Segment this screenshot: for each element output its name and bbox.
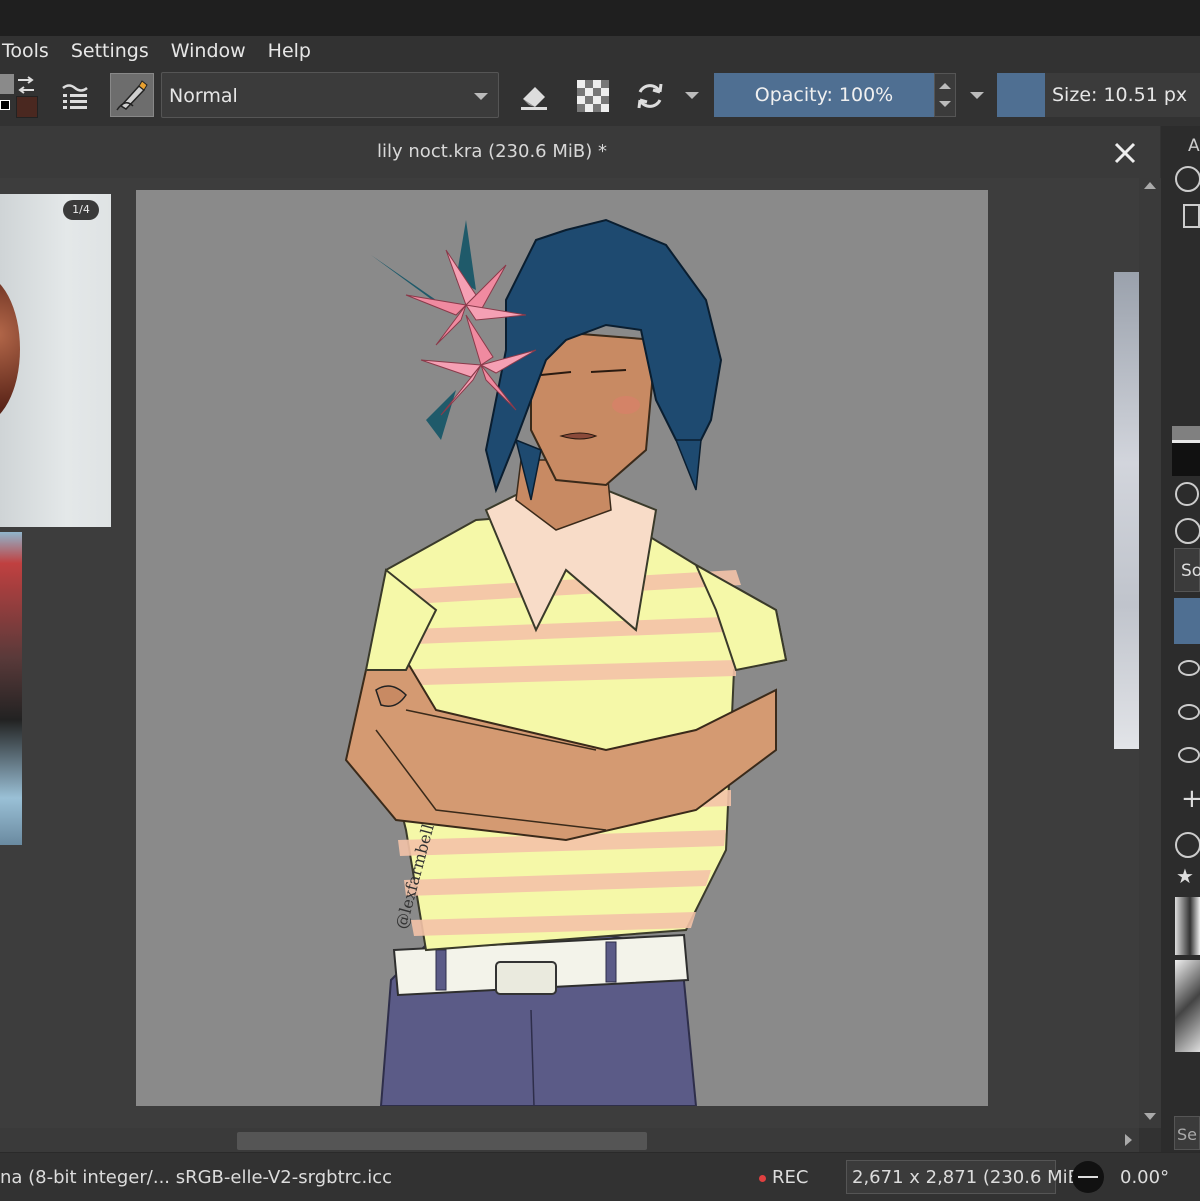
brush-size-fill [997, 73, 1045, 117]
reference-image-2[interactable] [0, 532, 22, 845]
lock-icon[interactable] [1175, 832, 1200, 858]
brush-settings-button[interactable] [56, 76, 94, 116]
reference-counter-badge: 1/4 [63, 200, 99, 220]
brush-preset-thumb-2[interactable] [1175, 960, 1200, 1052]
canvas-rotation-icon[interactable] [1072, 1161, 1104, 1193]
lock-icon[interactable] [1175, 166, 1200, 192]
reference-image-3[interactable] [1114, 272, 1139, 749]
scroll-up-icon[interactable] [1144, 182, 1156, 189]
artwork-canvas[interactable]: @lexfarmbell [136, 190, 988, 1106]
reference-apple-shape [0, 274, 20, 424]
visibility-eye-icon[interactable] [1178, 747, 1200, 763]
spin-down-icon[interactable] [939, 101, 951, 107]
menu-bar: Tools Settings Window Help [0, 36, 1200, 66]
chevron-down-icon [474, 93, 488, 100]
rotation-dial-line [1078, 1176, 1098, 1178]
brush-preset-button[interactable] [110, 73, 154, 117]
opacity-slider[interactable]: Opacity: 100% [714, 73, 934, 117]
brush-size-label: Size: 10.51 px [1052, 84, 1188, 106]
visibility-eye-icon[interactable] [1178, 704, 1200, 720]
blending-mode-dropdown[interactable]: Normal [161, 72, 499, 118]
list-view-icon[interactable] [1183, 204, 1200, 228]
document-title[interactable]: lily noct.kra (230.6 MiB) * [0, 126, 984, 176]
eraser-icon [521, 87, 547, 110]
horizontal-scroll-thumb[interactable] [237, 1132, 647, 1150]
blending-mode-value: Normal [169, 85, 238, 107]
preset-search-field[interactable]: Se [1174, 1116, 1200, 1150]
refresh-icon[interactable] [1175, 482, 1199, 506]
reload-preset-button[interactable] [630, 76, 670, 116]
brush-settings-icon [62, 84, 88, 109]
pencil-brush-icon [116, 80, 148, 111]
spin-up-icon[interactable] [939, 83, 951, 89]
foreground-color-swatch[interactable] [0, 74, 14, 94]
close-icon [1114, 142, 1136, 164]
scroll-down-icon[interactable] [1144, 1113, 1156, 1120]
reload-options-dropdown[interactable] [685, 92, 699, 99]
color-swatches[interactable] [0, 74, 40, 118]
character-illustration: @lexfarmbell [344, 218, 788, 1106]
scroll-right-icon[interactable] [1125, 1134, 1132, 1146]
refresh-icon [637, 83, 663, 109]
add-layer-icon[interactable]: + [1181, 786, 1200, 812]
rotation-angle: 0.00° [1120, 1167, 1170, 1188]
vertical-scrollbar[interactable] [1139, 178, 1161, 1128]
eraser-mode-button[interactable] [514, 76, 554, 116]
docker-tab-label[interactable]: A [1188, 136, 1200, 156]
menu-settings[interactable]: Settings [71, 40, 149, 62]
favorite-star-icon[interactable]: ★ [1176, 864, 1194, 888]
brush-preset-thumb-1[interactable] [1175, 897, 1200, 955]
window-titlebar [0, 0, 1200, 36]
rec-dot-icon [759, 1175, 766, 1182]
color-profile-label: na (8-bit integer/... sRGB-elle-V2-srgbt… [0, 1167, 393, 1188]
opacity-options-dropdown[interactable] [970, 92, 984, 99]
checkerboard-icon [577, 80, 609, 112]
menu-window[interactable]: Window [171, 40, 246, 62]
menu-help[interactable]: Help [268, 40, 311, 62]
default-colors-icon[interactable] [0, 100, 10, 110]
close-document-button[interactable] [1112, 140, 1138, 166]
preset-search-placeholder: Se [1177, 1125, 1197, 1144]
blend-mode-field-text: So [1181, 561, 1200, 581]
image-size-label: 2,671 x 2,871 (230.6 MiB) [852, 1167, 1088, 1188]
visibility-eye-icon[interactable] [1178, 660, 1200, 676]
lock-icon[interactable] [1175, 518, 1200, 544]
color-strip [1172, 426, 1200, 476]
preserve-alpha-button[interactable] [573, 76, 613, 116]
blend-mode-field-stub[interactable]: So [1174, 548, 1200, 592]
opacity-spinner[interactable] [934, 73, 956, 117]
background-color-swatch[interactable] [16, 96, 38, 118]
record-button[interactable]: REC [772, 1167, 808, 1188]
menu-tools[interactable]: Tools [2, 40, 49, 62]
selected-layer-row[interactable] [1174, 598, 1200, 644]
reference-image-1[interactable]: 1/4 [0, 194, 111, 527]
swap-colors-icon[interactable] [15, 76, 37, 94]
